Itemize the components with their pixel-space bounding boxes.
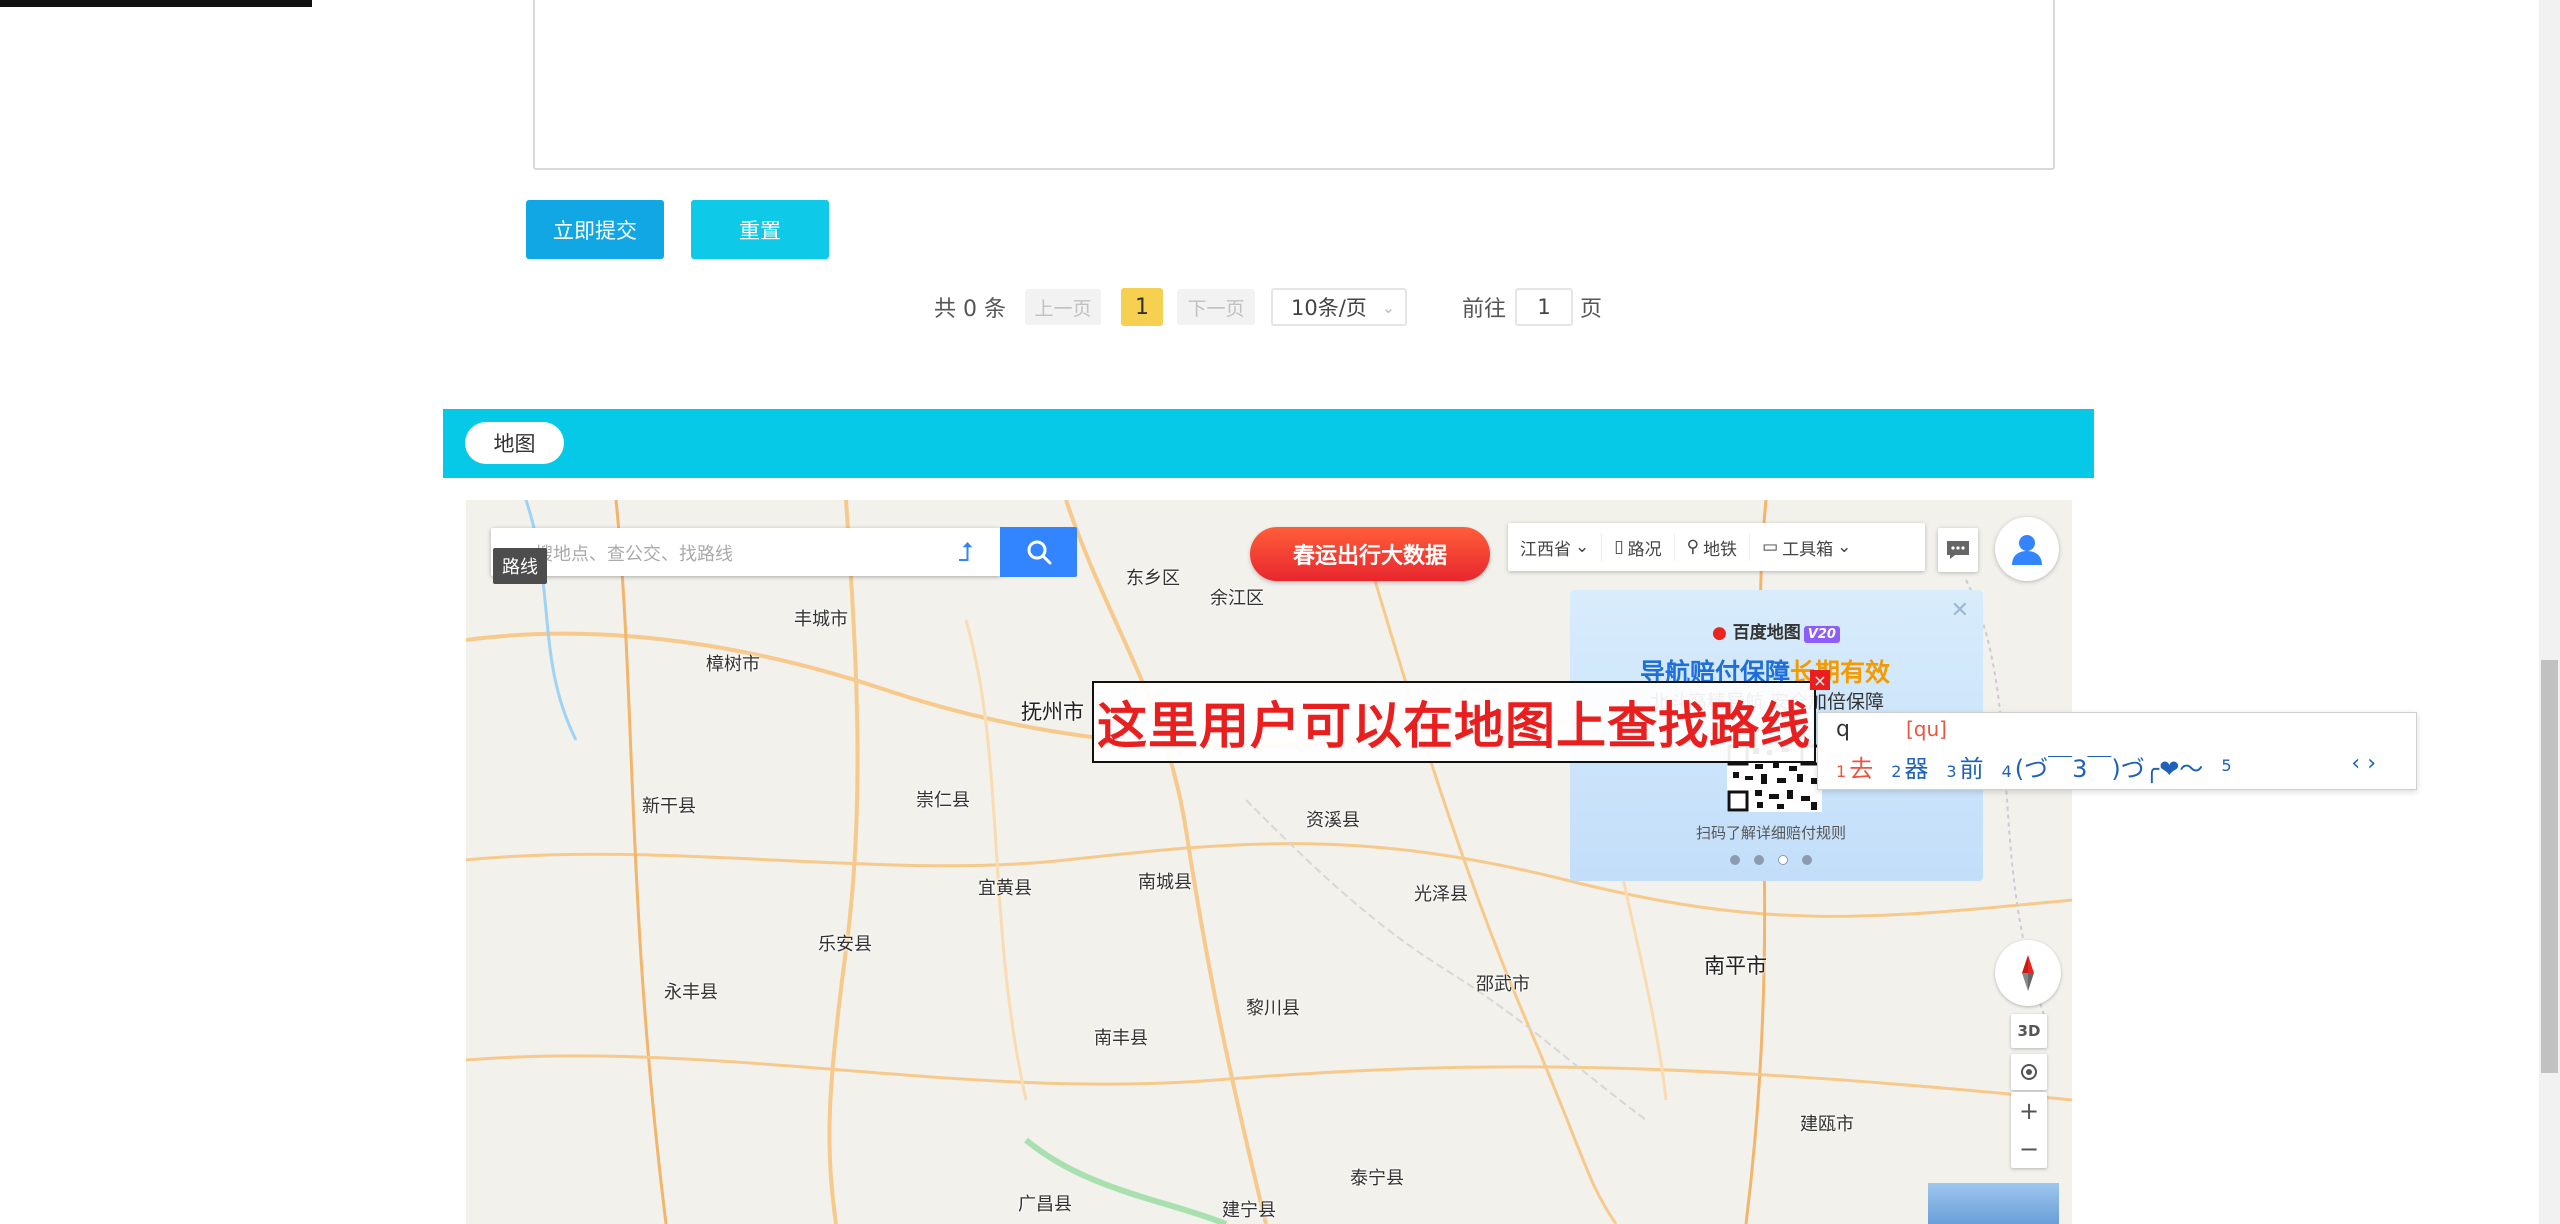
city-label: 丰城市 (794, 609, 848, 630)
city-label: 邵武市 (1476, 974, 1530, 995)
map-search-input[interactable]: 搜地点、查公交、找路线 (535, 540, 733, 566)
user-icon (2012, 535, 2042, 565)
ime-candidate[interactable]: 5 (2221, 749, 2234, 784)
tab-map[interactable]: 地图 (465, 422, 564, 464)
ime-candidate-window: q [qu] 1去 2器 3前 4 (づ￣3￣)づ╭❤～ 5 ‹ › (1817, 712, 2417, 790)
province-label: 江西省 (1520, 539, 1571, 560)
location-pin-icon: ● (1712, 623, 1727, 643)
3d-toggle-button[interactable]: 3D (2011, 1014, 2047, 1048)
pagination-prev-button[interactable]: 上一页 (1025, 289, 1101, 325)
locate-button[interactable] (2011, 1054, 2047, 1090)
description-textarea[interactable] (533, 0, 2055, 170)
subway-button[interactable]: ⚲ 地铁 (1675, 533, 1751, 561)
page-size-select[interactable]: 10条/页 ⌄ (1271, 288, 1407, 326)
ad-logo-text: 百度地图 (1732, 623, 1801, 643)
city-label: 新干县 (642, 796, 696, 817)
chat-icon (1947, 541, 1969, 559)
route-icon[interactable]: ⮥ (951, 538, 981, 568)
submit-button[interactable]: 立即提交 (526, 200, 664, 259)
map-section-header (443, 409, 2094, 478)
pagination-current-page[interactable]: 1 (1121, 288, 1163, 326)
city-label: 抚州市 (1021, 700, 1084, 724)
route-tooltip: 路线 (493, 548, 547, 584)
city-label: 光泽县 (1414, 884, 1468, 905)
zoom-out-button[interactable]: − (2011, 1130, 2047, 1168)
city-label: 南城县 (1138, 872, 1192, 893)
pagination-goto-label: 前往 (1462, 297, 1507, 322)
locate-icon (2021, 1064, 2037, 1080)
zoom-control: + − (2011, 1092, 2047, 1168)
city-label: 建瓯市 (1800, 1114, 1854, 1135)
pagination-total: 共 0 条 (934, 297, 1006, 322)
chevron-down-icon: ⌄ (1837, 537, 1852, 557)
ime-candidate[interactable]: 1去 (1836, 749, 1873, 784)
subway-icon: ⚲ (1686, 537, 1700, 557)
toolbox-label: 工具箱 (1782, 539, 1834, 560)
traffic-button[interactable]: ▯ 路况 (1602, 533, 1675, 561)
pagination-next-button[interactable]: 下一页 (1177, 289, 1255, 325)
ime-pinyin: [qu] (1906, 717, 1947, 741)
city-label: 乐安县 (818, 934, 872, 955)
ime-candidate[interactable]: 2器 (1891, 749, 1928, 784)
city-label: 宜黄县 (978, 878, 1032, 899)
close-icon[interactable]: × (1810, 670, 1830, 690)
ime-page-nav[interactable]: ‹ › (2351, 751, 2376, 776)
ime-typed-text: q (1836, 717, 1850, 742)
city-label: 东乡区 (1126, 568, 1180, 589)
toolbox-button[interactable]: ▭ 工具箱 ⌄ (1750, 533, 1863, 561)
map-search-button[interactable] (1000, 527, 1077, 577)
ime-candidates: 1去 2器 3前 4 (づ￣3￣)づ╭❤～ 5 (1836, 749, 2235, 784)
city-label: 建宁县 (1222, 1200, 1276, 1221)
city-label: 崇仁县 (916, 790, 970, 811)
pagination-goto-input[interactable]: 1 (1515, 288, 1573, 326)
city-label: 黎川县 (1246, 998, 1300, 1019)
city-label: 永丰县 (664, 982, 718, 1003)
ime-candidate[interactable]: 3前 (1946, 749, 1983, 784)
promo-banner[interactable]: 春运出行大数据 (1250, 527, 1490, 581)
top-dark-bar (0, 0, 312, 7)
briefcase-icon: ▭ (1762, 537, 1779, 557)
chevron-down-icon: ⌄ (1381, 298, 1395, 317)
map-toolbar: 江西省 ⌄ ▯ 路况 ⚲ 地铁 ▭ 工具箱 ⌄ (1508, 523, 1925, 571)
compass-icon (2022, 955, 2034, 991)
city-label: 南平市 (1704, 954, 1767, 978)
ad-logo: ● 百度地图 V20 (1712, 618, 1840, 643)
user-avatar-button[interactable] (1995, 517, 2059, 581)
ad-carousel-dots[interactable] (1730, 855, 1812, 865)
traffic-light-icon: ▯ (1614, 537, 1624, 557)
ime-candidate[interactable]: 4 (づ￣3￣)づ╭❤～ (2002, 749, 2204, 784)
traffic-label: 路况 (1627, 539, 1662, 560)
page-size-value: 10条/页 (1291, 296, 1367, 320)
pagination-goto-unit: 页 (1580, 297, 1603, 322)
subway-label: 地铁 (1703, 539, 1738, 560)
map-search-box[interactable]: 搜地点、查公交、找路线 ⮥ (491, 528, 1001, 576)
city-label: 樟树市 (706, 654, 760, 675)
city-label: 资溪县 (1306, 810, 1360, 831)
zoom-in-button[interactable]: + (2011, 1092, 2047, 1130)
city-label: 泰宁县 (1350, 1168, 1404, 1189)
annotation-overlay: 这里用户可以在地图上查找路线 (1092, 681, 1816, 763)
scrollbar-thumb[interactable] (2541, 660, 2558, 1073)
ad-version: V20 (1803, 626, 1840, 643)
city-label: 广昌县 (1018, 1194, 1072, 1215)
close-icon[interactable]: ✕ (1951, 598, 1969, 623)
province-select[interactable]: 江西省 ⌄ (1508, 533, 1603, 561)
ad-footer: 扫码了解详细赔付规则 (1696, 824, 1847, 842)
compass-control[interactable] (1995, 940, 2061, 1006)
city-label: 余江区 (1210, 588, 1264, 609)
reset-button[interactable]: 重置 (691, 200, 829, 259)
message-button[interactable] (1938, 528, 1978, 572)
search-icon (1027, 540, 1051, 565)
chevron-down-icon: ⌄ (1575, 537, 1590, 557)
street-view-thumbnail[interactable] (1928, 1183, 2059, 1224)
city-label: 南丰县 (1094, 1028, 1148, 1049)
